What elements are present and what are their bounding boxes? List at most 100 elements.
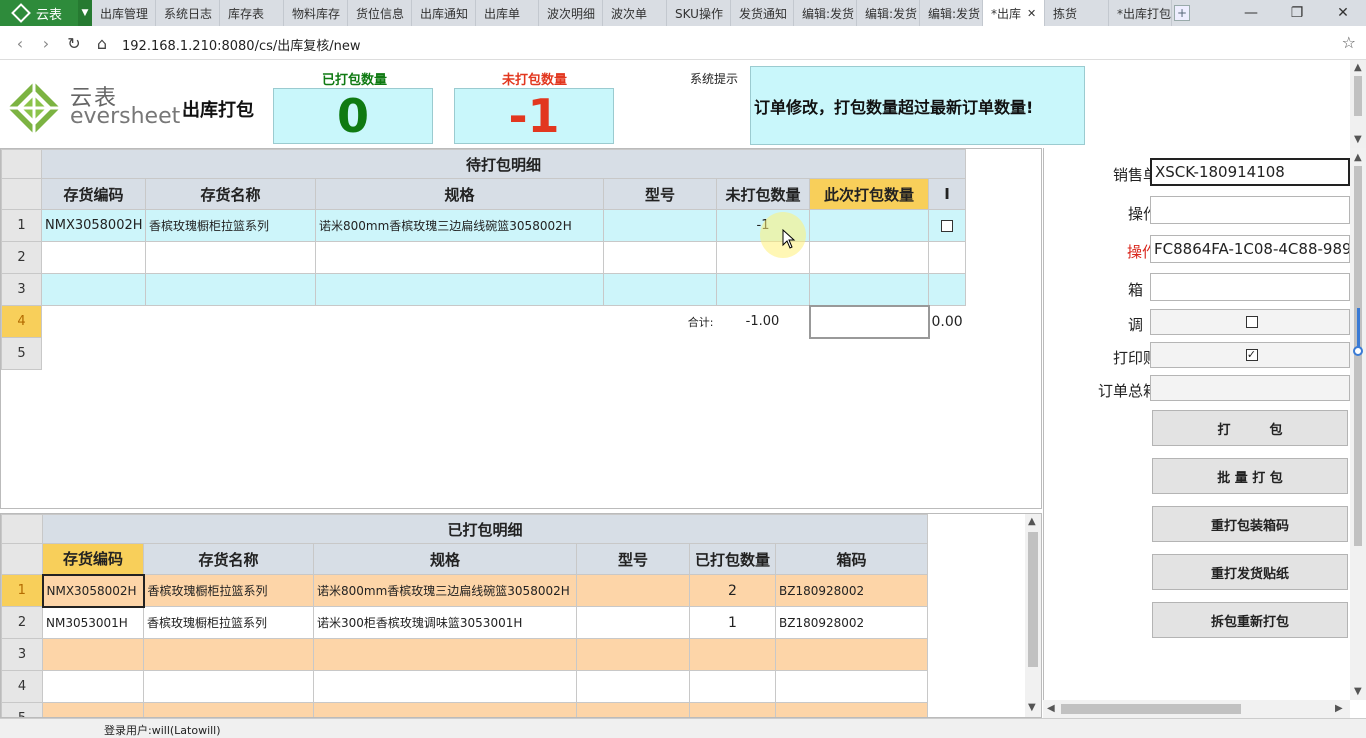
cell-code[interactable] — [42, 670, 144, 703]
cell-qty[interactable] — [689, 638, 776, 671]
unpack-repack-button[interactable]: 拆包重新打包 — [1152, 602, 1348, 638]
scroll-up-icon[interactable]: ▲ — [1354, 152, 1362, 163]
tab-12[interactable]: 编辑:发货 — [857, 0, 920, 26]
cell-name[interactable] — [145, 273, 316, 306]
cell-spec[interactable] — [313, 702, 577, 717]
tab-0[interactable]: 出库管理 — [92, 0, 156, 26]
tab-2[interactable]: 库存表 — [220, 0, 284, 26]
cell-spec[interactable] — [313, 638, 577, 671]
cell-spec[interactable]: 诺米800mm香槟玫瑰三边扁线碗篮3058002H — [315, 209, 604, 242]
close-window-icon[interactable]: ✕ — [1320, 0, 1366, 26]
cell-code[interactable]: NM3053001H — [42, 606, 144, 639]
cell-code[interactable]: NMX3058002H — [41, 573, 145, 608]
cell-model[interactable] — [603, 273, 717, 306]
operator-input[interactable] — [1150, 196, 1350, 224]
minimize-icon[interactable]: — — [1228, 0, 1274, 26]
cell-spec[interactable] — [315, 241, 604, 274]
col-header-unpacked[interactable]: 未打包数量 — [716, 178, 810, 210]
tab-13[interactable]: 编辑:发货 — [920, 0, 983, 26]
row-number[interactable]: 1 — [1, 574, 43, 607]
tab-10[interactable]: 发货通知 — [731, 0, 794, 26]
cell-spec[interactable] — [313, 670, 577, 703]
row-number[interactable]: 2 — [1, 606, 43, 639]
tab-1[interactable]: 系统日志 — [156, 0, 220, 26]
reload-icon[interactable]: ↻ — [64, 33, 84, 53]
col-header-model[interactable]: 型号 — [603, 178, 717, 210]
tab-8[interactable]: 波次单 — [603, 0, 667, 26]
cell-this-pack[interactable] — [809, 209, 929, 242]
cell-unpacked[interactable] — [716, 273, 810, 306]
cell-qty[interactable]: 2 — [689, 574, 776, 607]
tab-6[interactable]: 出库单 — [476, 0, 539, 26]
table-row[interactable]: 3 — [1, 273, 967, 306]
cell-box[interactable] — [774, 670, 929, 703]
col-header-spec[interactable]: 规格 — [315, 178, 604, 210]
col-header-model[interactable]: 型号 — [576, 543, 690, 575]
table-row[interactable]: 3 — [1, 638, 929, 671]
row-number[interactable]: 4 — [1, 670, 43, 703]
table-row[interactable]: 2 — [1, 241, 967, 274]
scroll-left-icon[interactable]: ◀ — [1047, 703, 1055, 714]
cell-i[interactable] — [927, 273, 967, 306]
cell-model[interactable] — [576, 574, 690, 607]
row-number[interactable]: 5 — [1, 702, 43, 717]
scroll-down-icon[interactable]: ▼ — [1028, 702, 1036, 713]
tab-4[interactable]: 货位信息 — [348, 0, 412, 26]
tab-7[interactable]: 波次明细 — [539, 0, 603, 26]
header-scrollbar[interactable]: ▲ ▼ — [1350, 60, 1366, 148]
cell-model[interactable] — [603, 209, 717, 242]
cell-box[interactable]: BZ180928002 — [774, 606, 929, 639]
col-header-name[interactable]: 存货名称 — [143, 543, 314, 575]
operation-id-input[interactable]: FC8864FA-1C08-4C88-989 — [1150, 235, 1350, 263]
print-label-field[interactable]: ✓ — [1150, 342, 1350, 368]
scroll-up-icon[interactable]: ▲ — [1354, 62, 1362, 73]
table-row[interactable]: 1 NMX3058002H 香槟玫瑰橱柜拉篮系列 诺米800mm香槟玫瑰三边扁线… — [1, 573, 929, 608]
row-number[interactable]: 3 — [1, 273, 42, 306]
cell-code[interactable] — [41, 273, 146, 306]
cell-code[interactable] — [42, 702, 144, 717]
scroll-position-icon[interactable] — [1353, 346, 1363, 356]
star-icon[interactable]: ☆ — [1342, 33, 1356, 52]
scroll-thumb[interactable] — [1354, 76, 1362, 116]
row-checkbox[interactable] — [941, 219, 954, 232]
cell-this-pack[interactable] — [809, 273, 929, 306]
cell-name[interactable] — [145, 241, 316, 274]
reprint-box-code-button[interactable]: 重打包装箱码 — [1152, 506, 1348, 542]
cell-box[interactable] — [774, 702, 929, 717]
print-label-checkbox[interactable]: ✓ — [1245, 349, 1258, 361]
cell-qty[interactable]: 1 — [689, 606, 776, 639]
table-row[interactable]: 2 NM3053001H 香槟玫瑰橱柜拉篮系列 诺米300柜香槟玫瑰调味篮305… — [1, 606, 929, 639]
close-icon[interactable]: ✕ — [1027, 7, 1036, 20]
cell-box[interactable]: BZ180928002 — [774, 574, 929, 607]
box-code-input[interactable] — [1150, 273, 1350, 301]
back-icon[interactable]: ‹ — [10, 33, 30, 53]
cell-code[interactable]: NMX3058002H — [41, 209, 146, 242]
row-number[interactable]: 2 — [1, 241, 42, 274]
scroll-up-icon[interactable]: ▲ — [1028, 516, 1036, 527]
restore-icon[interactable]: ❐ — [1274, 0, 1320, 26]
scroll-thumb[interactable] — [1028, 532, 1038, 667]
col-header-code[interactable]: 存货编码 — [42, 543, 144, 575]
cell-model[interactable] — [576, 670, 690, 703]
col-header-name[interactable]: 存货名称 — [145, 178, 316, 210]
add-tab-icon[interactable]: + — [1174, 5, 1190, 21]
cell-i[interactable] — [927, 241, 967, 274]
cell-model[interactable] — [576, 702, 690, 717]
tab-16[interactable]: *出库打包 — [1109, 0, 1172, 26]
cell-spec[interactable]: 诺米800mm香槟玫瑰三边扁线碗篮3058002H — [313, 574, 577, 607]
forward-icon[interactable]: › — [36, 33, 56, 53]
scroll-thumb[interactable] — [1061, 704, 1241, 714]
order-no-input[interactable]: XSCK-180914108 — [1150, 158, 1350, 186]
app-menu-button[interactable]: 云表 ▼ — [0, 0, 92, 26]
cell-name[interactable] — [143, 670, 314, 703]
cell-code[interactable] — [42, 638, 144, 671]
cell-name[interactable] — [143, 702, 314, 717]
row-number[interactable]: 1 — [1, 209, 42, 242]
chevron-down-icon[interactable]: ▼ — [78, 0, 92, 26]
cell-model[interactable] — [576, 638, 690, 671]
cell-name[interactable] — [143, 638, 314, 671]
table-row[interactable]: 5 — [1, 702, 929, 717]
batch-pack-button[interactable]: 批 量 打 包 — [1152, 458, 1348, 494]
total-boxes-input[interactable] — [1150, 375, 1350, 401]
cell-qty[interactable] — [689, 702, 776, 717]
